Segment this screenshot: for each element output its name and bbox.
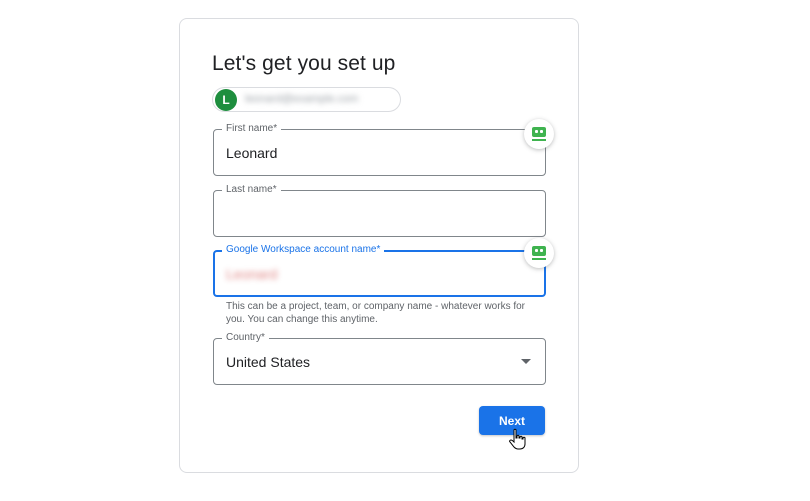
first-name-value: Leonard <box>226 145 278 161</box>
workspace-name-helper: This can be a project, team, or company … <box>226 301 526 325</box>
country-value: United States <box>226 354 311 370</box>
password-manager-icon[interactable] <box>524 119 554 149</box>
workspace-name-label: Google Workspace account name* <box>222 244 385 256</box>
account-chip[interactable]: L leonard@example.com <box>212 87 401 112</box>
first-name-field[interactable]: First name* Leonard <box>213 123 546 176</box>
workspace-name-field[interactable]: Google Workspace account name* Leonard <box>213 244 546 297</box>
password-manager-icon[interactable] <box>524 238 554 268</box>
avatar: L <box>215 89 237 111</box>
hand-pointer-cursor-icon <box>509 428 526 450</box>
account-email: leonard@example.com <box>245 93 359 105</box>
country-label: Country* <box>222 332 269 344</box>
country-select[interactable]: Country* United States <box>213 332 546 385</box>
workspace-name-value: Leonard <box>226 266 278 282</box>
chevron-down-icon[interactable] <box>521 359 531 364</box>
first-name-label: First name* <box>222 123 282 135</box>
last-name-label: Last name* <box>222 184 281 196</box>
page-title: Let's get you set up <box>212 52 396 75</box>
last-name-field[interactable]: Last name* <box>213 184 546 237</box>
